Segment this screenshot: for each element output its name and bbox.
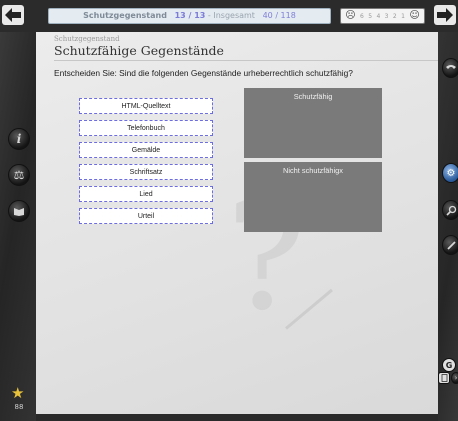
prev-page-button[interactable] (2, 5, 24, 25)
arrow-left-icon (5, 8, 21, 22)
next-page-button[interactable] (434, 5, 456, 25)
total-label: Insgesamt (213, 11, 255, 20)
draggable-item-html-quelltext[interactable]: HTML-Quelltext (79, 98, 213, 114)
draggable-item-schriftsatz[interactable]: Schriftsatz (79, 164, 213, 180)
drop-zone-label: Nicht schutzfähigx (283, 166, 343, 175)
chevron-right-icon[interactable]: › (451, 372, 458, 384)
task-instruction: Entscheiden Sie: Sind die folgenden Gege… (54, 68, 353, 78)
draggable-item-telefonbuch[interactable]: Telefonbuch (79, 120, 213, 136)
breadcrumb: Schutzgegenstand (54, 35, 120, 43)
draggable-item-urteil[interactable]: Urteil (79, 208, 213, 224)
content-area: ? Schutzgegenstand Schutzfähige Gegenstä… (36, 32, 438, 414)
phone-icon[interactable] (442, 58, 458, 78)
star-count: 88 (14, 403, 24, 411)
rating-3[interactable]: 3 (385, 13, 389, 20)
section-label: Schutzgegenstand (83, 11, 167, 20)
draggable-item-lied[interactable]: Lied (79, 186, 213, 202)
sad-face-icon[interactable]: ☹ (345, 11, 355, 21)
draggable-item-gemaelde[interactable]: Gemälde (79, 142, 213, 158)
info-icon[interactable]: i (8, 128, 30, 150)
rating-1[interactable]: 1 (401, 13, 405, 20)
title-divider (54, 60, 438, 61)
current-position: 13 / 13 (174, 11, 206, 20)
rating-5[interactable]: 5 (368, 13, 372, 20)
rating-6[interactable]: 6 (360, 13, 364, 20)
top-bar: Schutzgegenstand 13 / 13 - Insgesamt 40 … (0, 0, 458, 32)
rating-2[interactable]: 2 (393, 13, 397, 20)
total-position: 40 / 118 (262, 11, 296, 20)
scales-icon[interactable]: ⚖ (8, 164, 30, 186)
arrow-right-icon (437, 8, 453, 22)
drop-zone-label: Schutzfähig (293, 92, 333, 101)
pen-icon[interactable] (442, 235, 458, 255)
rating-4[interactable]: 4 (376, 13, 380, 20)
rating-scale[interactable]: ☹ 6 5 4 3 2 1 ☺ (340, 8, 425, 24)
bottom-bar (36, 414, 438, 421)
draggable-list: HTML-Quelltext Telefonbuch Gemälde Schri… (79, 98, 215, 230)
left-sidebar (0, 32, 36, 421)
drop-zone-schutzfaehig[interactable]: Schutzfähig (244, 88, 382, 158)
book-icon[interactable] (8, 200, 30, 222)
happy-face-icon[interactable]: ☺ (409, 11, 419, 21)
star-icon[interactable]: ★ (11, 386, 24, 401)
g-icon[interactable]: G (442, 358, 456, 372)
page-title: Schutzfähige Gegenstände (54, 43, 224, 58)
magnifier-icon[interactable] (442, 200, 458, 220)
drop-zone-nicht-schutzfaehig[interactable]: Nicht schutzfähigx (244, 162, 382, 232)
page-icon[interactable] (438, 372, 450, 384)
settings-icon[interactable]: ⚙ (442, 163, 458, 183)
progress-indicator: Schutzgegenstand 13 / 13 - Insgesamt 40 … (48, 8, 331, 24)
